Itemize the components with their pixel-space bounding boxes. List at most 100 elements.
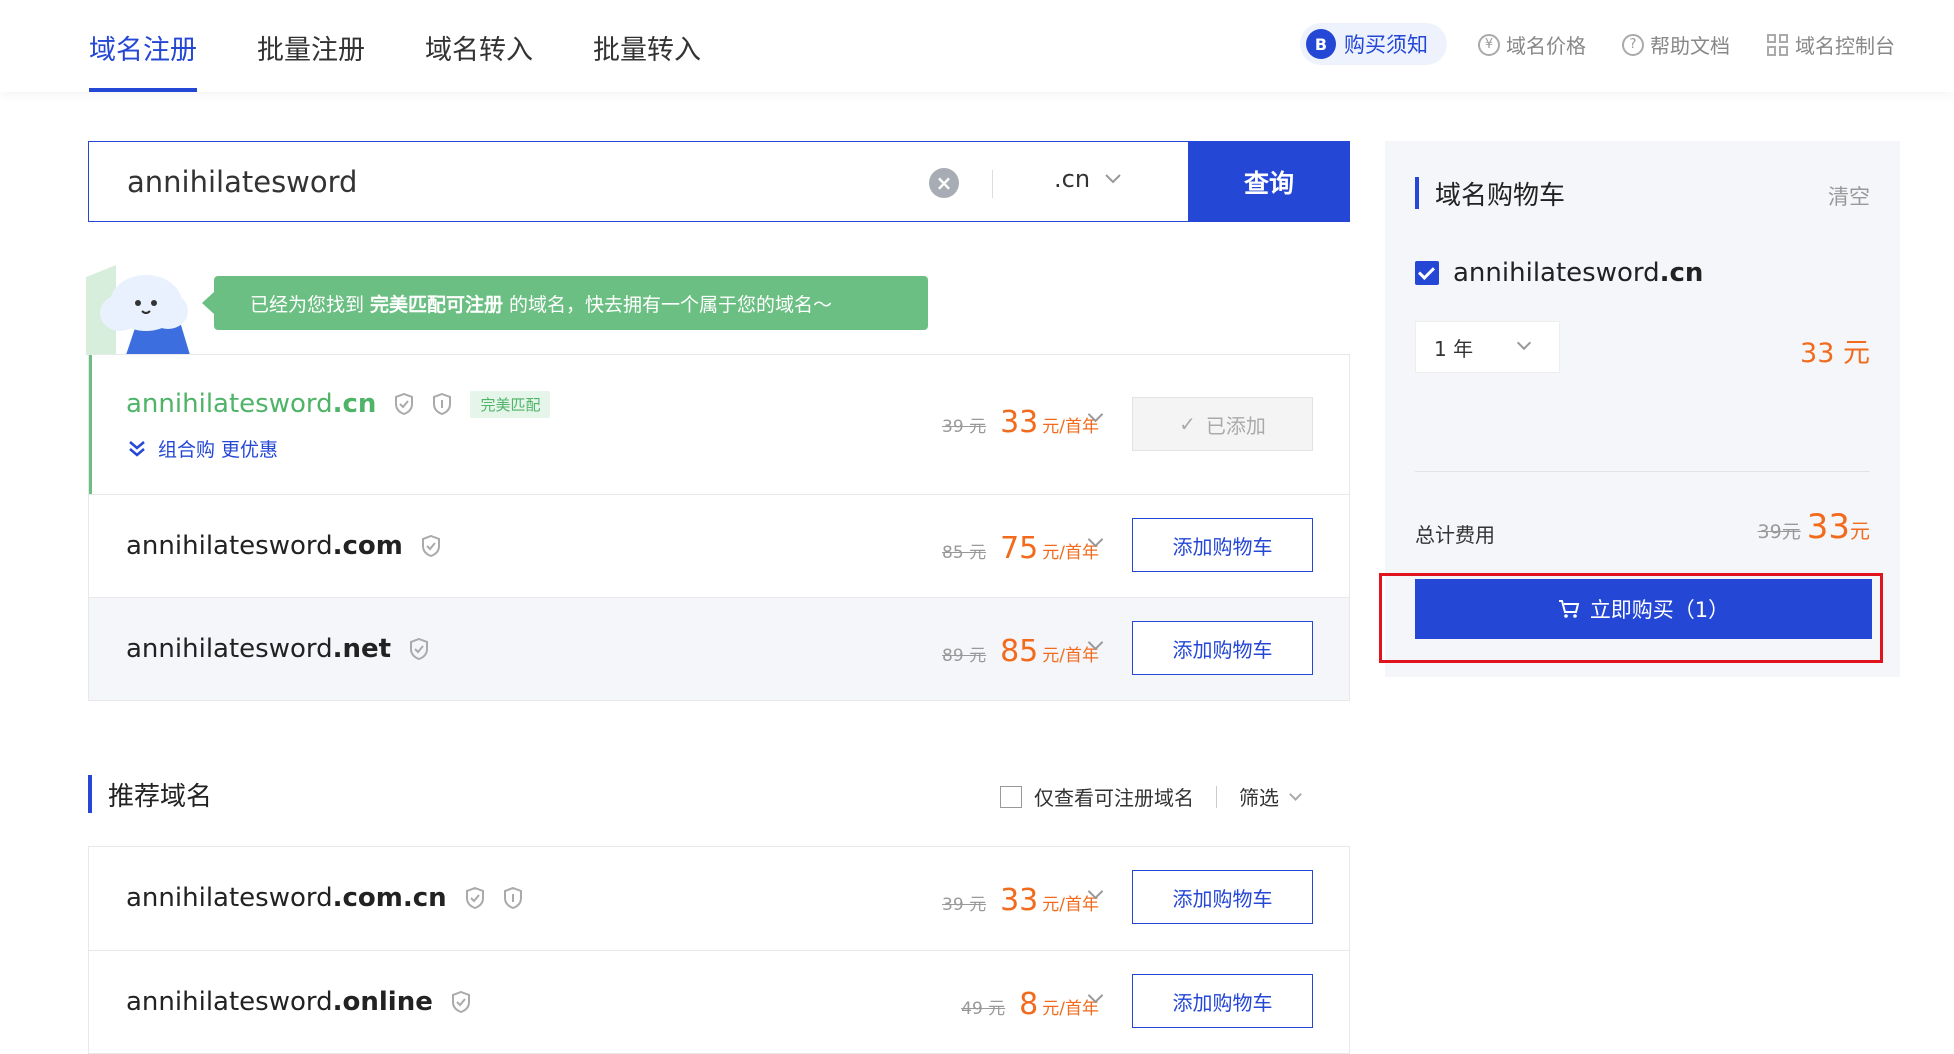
shield-icon — [451, 991, 470, 1013]
help-docs-label: 帮助文档 — [1650, 34, 1730, 58]
banner-suffix: 的域名，快去拥有一个属于您的域名～ — [509, 293, 833, 316]
old-price: 85 元 — [942, 543, 987, 563]
chevron-down-icon[interactable] — [1089, 411, 1103, 425]
old-price: 89 元 — [942, 646, 987, 666]
shield-icon — [410, 638, 429, 660]
chevron-down-icon — [1516, 335, 1532, 351]
domain-name: annihilatesword .net — [126, 634, 429, 664]
domain-console-link[interactable]: 域名控制台 — [1767, 30, 1895, 59]
domain-name: annihilatesword .online — [126, 987, 471, 1017]
domain-name: annihilatesword .com.cn — [126, 883, 523, 913]
domain-search-input[interactable] — [127, 160, 927, 204]
clear-input-icon[interactable]: × — [929, 168, 959, 198]
suffix-select[interactable]: .cn — [1054, 165, 1122, 193]
registrable-only-checkbox[interactable] — [1000, 785, 1022, 808]
price: 85 元 75 元/首年 — [942, 531, 1099, 566]
total-old-price: 39元 — [1757, 521, 1801, 543]
help-docs-link[interactable]: ? 帮助文档 — [1622, 30, 1730, 59]
chevron-down-icon[interactable] — [1089, 639, 1103, 653]
domain-name: annihilatesword .com — [126, 531, 441, 561]
domain-name: annihilatesword .cn 完美匹配 — [126, 389, 551, 419]
domain-base: annihilatesword — [126, 389, 333, 419]
domain-tld: .online — [332, 987, 433, 1017]
price: 39 元 33 元/首年 — [942, 883, 1099, 918]
result-row: annihilatesword .com 85 元 75 元/首年 添加购物车 — [89, 494, 1349, 597]
shield-icon — [465, 887, 484, 909]
tab-batch-register[interactable]: 批量注册 — [257, 28, 365, 92]
question-icon: ? — [1622, 33, 1644, 56]
add-to-cart-button[interactable]: 添加购物车 — [1132, 621, 1313, 675]
cart-item-checkbox[interactable] — [1415, 261, 1439, 285]
buy-now-button[interactable]: 立即购买（1） — [1415, 579, 1872, 639]
domain-price-label: 域名价格 — [1506, 34, 1586, 58]
result-row: annihilatesword .cn 完美匹配 组合购 更优惠 39 元 33 … — [89, 355, 1349, 494]
notice-badge-icon: B — [1306, 29, 1336, 59]
perfect-match-tag: 完美匹配 — [470, 390, 551, 418]
cart-title: 域名购物车 — [1415, 177, 1565, 211]
purchase-notice-button[interactable]: B 购买须知 — [1300, 23, 1447, 65]
filter-dropdown[interactable]: 筛选 — [1239, 782, 1279, 811]
total-price: 39元 33 元 — [1758, 507, 1870, 547]
tab-domain-register[interactable]: 域名注册 — [89, 28, 197, 92]
old-price: 39 元 — [942, 895, 987, 915]
combo-deal-link[interactable]: 组合购 更优惠 — [128, 435, 278, 462]
buy-now-label: 立即购买（1） — [1589, 598, 1730, 622]
old-price: 49 元 — [961, 999, 1006, 1019]
domain-base: annihilatesword — [126, 634, 333, 664]
grid-icon — [1767, 33, 1789, 56]
domain-base: annihilatesword — [126, 987, 333, 1017]
yen-icon: ¥ — [1478, 33, 1500, 56]
query-button[interactable]: 查询 — [1188, 141, 1350, 222]
chevron-down-icon[interactable] — [1089, 536, 1103, 550]
cart-item-price: 33 元 — [1800, 338, 1870, 369]
domain-tld: .com.cn — [332, 883, 447, 913]
domain-tld: .net — [332, 634, 392, 664]
chevron-down-icon[interactable] — [1089, 992, 1103, 1006]
chevron-down-icon — [1289, 788, 1302, 801]
total-unit: 元 — [1850, 519, 1870, 543]
added-button[interactable]: ✓ 已添加 — [1132, 397, 1313, 451]
divider — [1216, 785, 1217, 808]
shield-icon — [395, 393, 414, 415]
domain-base: annihilatesword — [126, 531, 333, 561]
clear-cart-button[interactable]: 清空 — [1828, 181, 1870, 211]
total-current-price: 33 — [1806, 507, 1850, 547]
current-price: 8 — [1019, 987, 1039, 1022]
tab-batch-transfer[interactable]: 批量转入 — [593, 28, 701, 92]
divider — [992, 170, 993, 198]
price: 49 元 8 元/首年 — [961, 987, 1099, 1022]
chevron-down-icon[interactable] — [1089, 888, 1103, 902]
match-banner: 已经为您找到 完美匹配可注册 的域名，快去拥有一个属于您的域名～ — [202, 276, 928, 330]
top-nav: 域名注册 批量注册 域名转入 批量转入 B 购买须知 ¥ 域名价格 ? 帮助文档… — [0, 0, 1954, 92]
cloud-mascot-icon — [86, 265, 190, 355]
search-results: annihilatesword .cn 完美匹配 组合购 更优惠 39 元 33 … — [88, 354, 1350, 701]
domain-console-label: 域名控制台 — [1795, 34, 1895, 58]
added-label: 已添加 — [1205, 413, 1266, 438]
current-price: 33 — [1000, 405, 1039, 440]
tab-domain-transfer[interactable]: 域名转入 — [425, 28, 533, 92]
recommend-title: 推荐域名 — [88, 775, 212, 813]
registrable-only-label[interactable]: 仅查看可注册域名 — [1034, 782, 1194, 811]
cart-item-tld: .cn — [1659, 258, 1704, 288]
add-to-cart-button[interactable]: 添加购物车 — [1132, 518, 1313, 572]
notice-label: 购买须知 — [1344, 33, 1428, 57]
security-shield-icon — [503, 887, 522, 909]
result-row: annihilatesword .online 49 元 8 元/首年 添加购物车 — [89, 950, 1349, 1053]
security-shield-icon — [433, 393, 452, 415]
year-select[interactable]: 1 年 — [1415, 321, 1560, 373]
price: 89 元 85 元/首年 — [942, 634, 1099, 669]
old-price: 39 元 — [942, 417, 987, 437]
chevron-down-icon — [1105, 174, 1121, 184]
domain-price-link[interactable]: ¥ 域名价格 — [1478, 30, 1586, 59]
recommend-filter: 仅查看可注册域名 筛选 — [1000, 782, 1302, 811]
domain-tld: .com — [332, 531, 403, 561]
cart-icon — [1558, 600, 1580, 618]
current-price: 75 — [1000, 531, 1039, 566]
banner-highlight: 完美匹配可注册 — [370, 293, 504, 316]
add-to-cart-button[interactable]: 添加购物车 — [1132, 870, 1313, 924]
current-price: 85 — [1000, 634, 1039, 669]
cart-item-base: annihilatesword — [1453, 258, 1660, 288]
year-value: 1 年 — [1434, 336, 1474, 361]
add-to-cart-button[interactable]: 添加购物车 — [1132, 974, 1313, 1028]
result-row: annihilatesword .com.cn 39 元 33 元/首年 添加购物… — [89, 847, 1349, 950]
